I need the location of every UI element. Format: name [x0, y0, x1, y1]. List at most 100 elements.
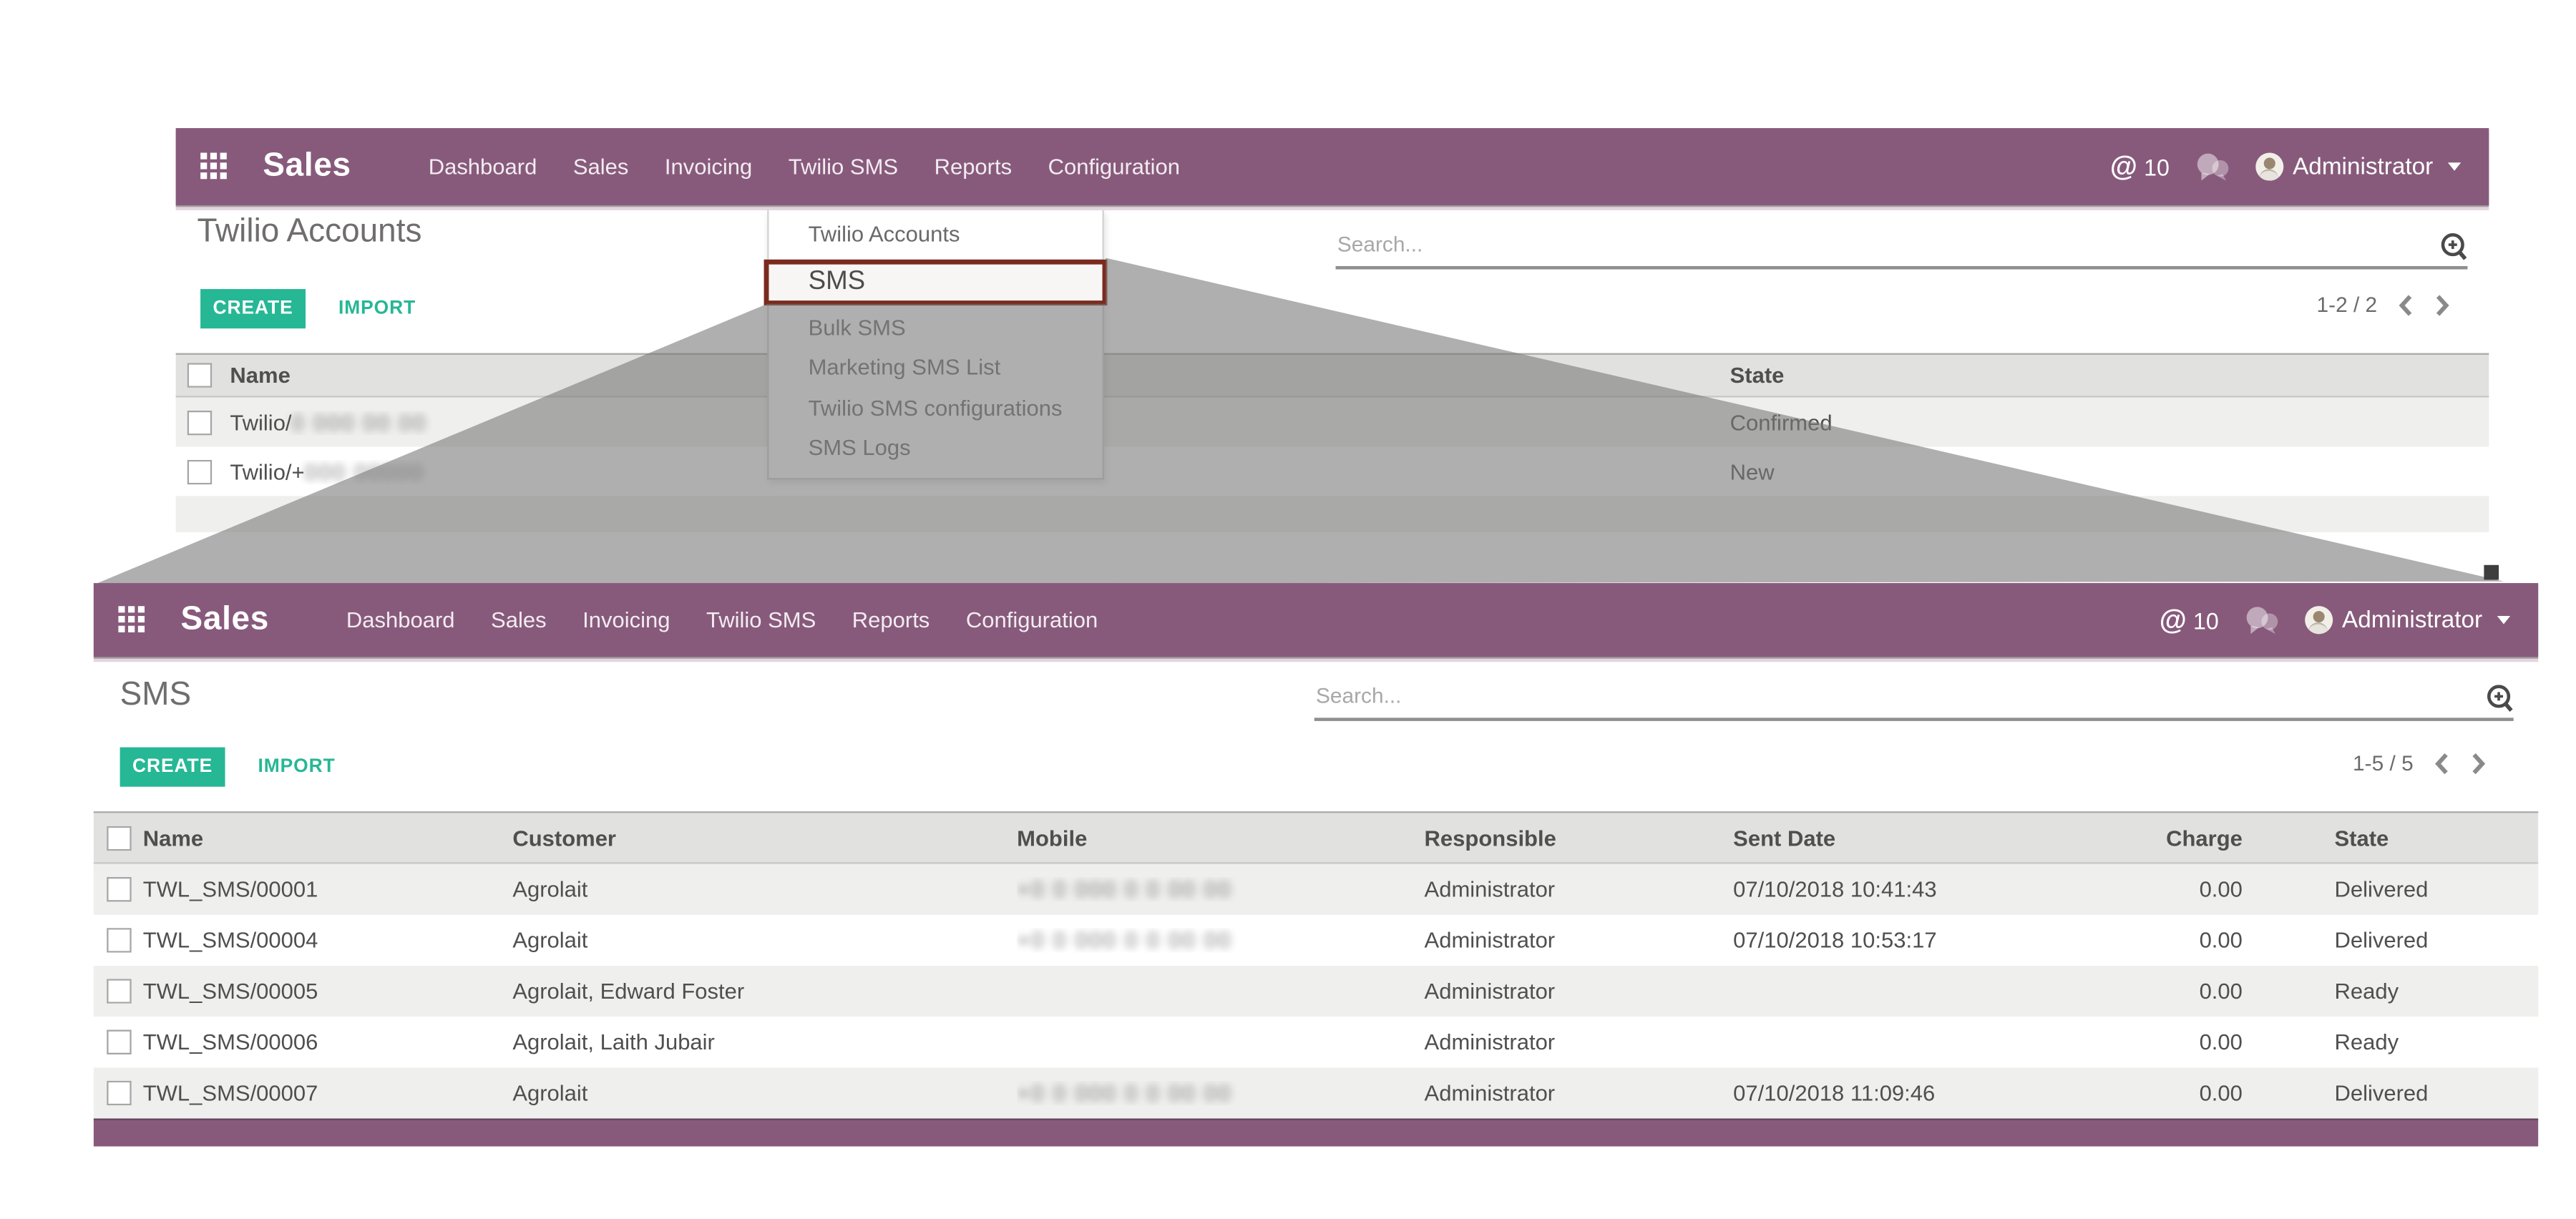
table-header-row: Name State: [176, 353, 2489, 398]
magnifier-plus-icon[interactable]: [2486, 683, 2514, 713]
select-all-checkbox[interactable]: [187, 363, 212, 387]
pager-next-button[interactable]: [2471, 751, 2486, 774]
sms-name: TWL_SMS/00004: [143, 928, 513, 952]
nav-item-dashboard[interactable]: Dashboard: [429, 155, 537, 179]
pager-prev-button[interactable]: [2399, 293, 2414, 316]
import-button[interactable]: IMPORT: [328, 298, 426, 320]
table-row[interactable]: TWL_SMS/00007 Agrolait +0 0 000 0 0 00 0…: [94, 1067, 2538, 1118]
sms-name: TWL_SMS/00006: [143, 1030, 513, 1054]
table-row[interactable]: TWL_SMS/00005 Agrolait, Edward Foster Ad…: [94, 966, 2538, 1017]
apps-menu-button[interactable]: [200, 153, 228, 181]
table-row[interactable]: TWL_SMS/00001 Agrolait +0 0 000 0 0 00 0…: [94, 864, 2538, 915]
sms-charge: 0.00: [2144, 877, 2334, 901]
top-navbar: Sales Dashboard Sales Invoicing Twilio S…: [176, 128, 2489, 205]
column-state[interactable]: State: [2334, 826, 2538, 850]
nav-item-twilio-sms[interactable]: Twilio SMS: [706, 607, 816, 632]
nav-item-sales[interactable]: Sales: [491, 607, 547, 632]
create-button[interactable]: CREATE: [120, 748, 225, 787]
row-checkbox[interactable]: [107, 877, 131, 901]
sms-responsible: Administrator: [1425, 877, 1734, 901]
account-state: New: [1730, 459, 2489, 484]
magnifier-plus-icon[interactable]: [2439, 232, 2467, 261]
nav-item-twilio-sms[interactable]: Twilio SMS: [789, 155, 898, 179]
menu-item-sms-highlighted[interactable]: SMS: [764, 259, 1108, 305]
menu-item-twilio-sms-configurations[interactable]: Twilio SMS configurations: [769, 388, 1102, 429]
pager-prev-button[interactable]: [2435, 751, 2450, 774]
column-name[interactable]: Name: [143, 826, 513, 850]
page-title: SMS: [120, 677, 192, 715]
user-name: Administrator: [2293, 154, 2433, 180]
sms-state: Ready: [2334, 1030, 2538, 1054]
nav-item-reports[interactable]: Reports: [852, 607, 930, 632]
pager-range: 1-2 / 2: [2317, 293, 2378, 317]
nav-item-invoicing[interactable]: Invoicing: [665, 155, 752, 179]
menu-item-sms-logs[interactable]: SMS Logs: [769, 429, 1102, 469]
action-buttons: CREATE IMPORT: [120, 748, 346, 787]
nav-item-sales[interactable]: Sales: [573, 155, 629, 179]
sms-state: Delivered: [2334, 877, 2538, 901]
nav-item-reports[interactable]: Reports: [935, 155, 1013, 179]
nav-item-configuration[interactable]: Configuration: [966, 607, 1098, 632]
column-mobile[interactable]: Mobile: [1017, 826, 1424, 850]
messages-counter[interactable]: @ 10: [2110, 150, 2170, 183]
menu-item-bulk-sms[interactable]: Bulk SMS: [769, 308, 1102, 348]
row-checkbox[interactable]: [107, 1081, 131, 1105]
pager-next-button[interactable]: [2435, 293, 2450, 316]
select-all-checkbox[interactable]: [107, 826, 131, 850]
column-state[interactable]: State: [1730, 363, 2489, 387]
table-row[interactable]: Twilio/+000 00000 New: [176, 446, 2489, 496]
sms-charge: 0.00: [2144, 1081, 2334, 1105]
search-bar: [1314, 673, 2514, 721]
pager: 1-2 / 2: [2317, 293, 2450, 317]
column-customer[interactable]: Customer: [512, 826, 1017, 850]
search-input[interactable]: [1314, 673, 2396, 708]
table-row[interactable]: Twilio/0 000 00 00 Confirmed: [176, 398, 2489, 447]
sms-table: Name Customer Mobile Responsible Sent Da…: [94, 811, 2538, 1118]
avatar: [2255, 153, 2283, 181]
pager: 1-5 / 5: [2353, 750, 2486, 775]
caret-down-icon: [2497, 616, 2510, 624]
apps-menu-button[interactable]: [118, 606, 146, 634]
empty-row-stripe: [176, 496, 2489, 532]
import-button[interactable]: IMPORT: [248, 755, 346, 778]
column-charge[interactable]: Charge: [2144, 826, 2334, 850]
create-button[interactable]: CREATE: [200, 289, 306, 328]
nav-item-configuration[interactable]: Configuration: [1048, 155, 1180, 179]
redacted-mobile: +0 0 000 0 0 00 00: [1017, 928, 1232, 952]
sms-state: Delivered: [2334, 928, 2538, 952]
window-twilio-accounts: Sales Dashboard Sales Invoicing Twilio S…: [176, 128, 2489, 529]
row-checkbox[interactable]: [107, 1030, 131, 1054]
menu-item-twilio-accounts[interactable]: Twilio Accounts: [769, 215, 1102, 255]
chevron-right-icon: [2435, 293, 2450, 316]
row-checkbox[interactable]: [187, 410, 212, 434]
chat-bubbles-icon[interactable]: [2194, 152, 2230, 181]
messages-counter[interactable]: @ 10: [2160, 604, 2219, 637]
bottom-navbar: Sales Dashboard Sales Invoicing Twilio S…: [94, 583, 2538, 657]
sms-state: Ready: [2334, 979, 2538, 1003]
action-buttons: CREATE IMPORT: [200, 289, 426, 328]
search-input[interactable]: [1336, 222, 2356, 256]
row-checkbox[interactable]: [107, 979, 131, 1003]
screenshot-canvas: Sales Dashboard Sales Invoicing Twilio S…: [0, 0, 2576, 1219]
bottom-nav-menu: Dashboard Sales Invoicing Twilio SMS Rep…: [346, 607, 1098, 632]
table-row[interactable]: TWL_SMS/00006 Agrolait, Laith Jubair Adm…: [94, 1017, 2538, 1067]
nav-item-dashboard[interactable]: Dashboard: [346, 607, 455, 632]
user-menu[interactable]: Administrator: [2255, 153, 2461, 181]
chevron-right-icon: [2471, 751, 2486, 774]
row-checkbox[interactable]: [187, 459, 212, 484]
funnel-corner-marker: [2484, 565, 2499, 580]
column-sent-date[interactable]: Sent Date: [1733, 826, 2144, 850]
account-state: Confirmed: [1730, 410, 2489, 434]
app-title[interactable]: Sales: [263, 148, 351, 186]
column-responsible[interactable]: Responsible: [1425, 826, 1734, 850]
sms-charge: 0.00: [2144, 979, 2334, 1003]
user-menu[interactable]: Administrator: [2304, 606, 2510, 634]
row-checkbox[interactable]: [107, 928, 131, 952]
nav-item-invoicing[interactable]: Invoicing: [582, 607, 670, 632]
chat-bubbles-icon[interactable]: [2243, 605, 2280, 635]
menu-item-marketing-sms-list[interactable]: Marketing SMS List: [769, 348, 1102, 388]
sms-customer: Agrolait: [512, 877, 1017, 901]
sms-name: TWL_SMS/00005: [143, 979, 513, 1003]
table-row[interactable]: TWL_SMS/00004 Agrolait +0 0 000 0 0 00 0…: [94, 915, 2538, 966]
app-title[interactable]: Sales: [181, 601, 269, 639]
